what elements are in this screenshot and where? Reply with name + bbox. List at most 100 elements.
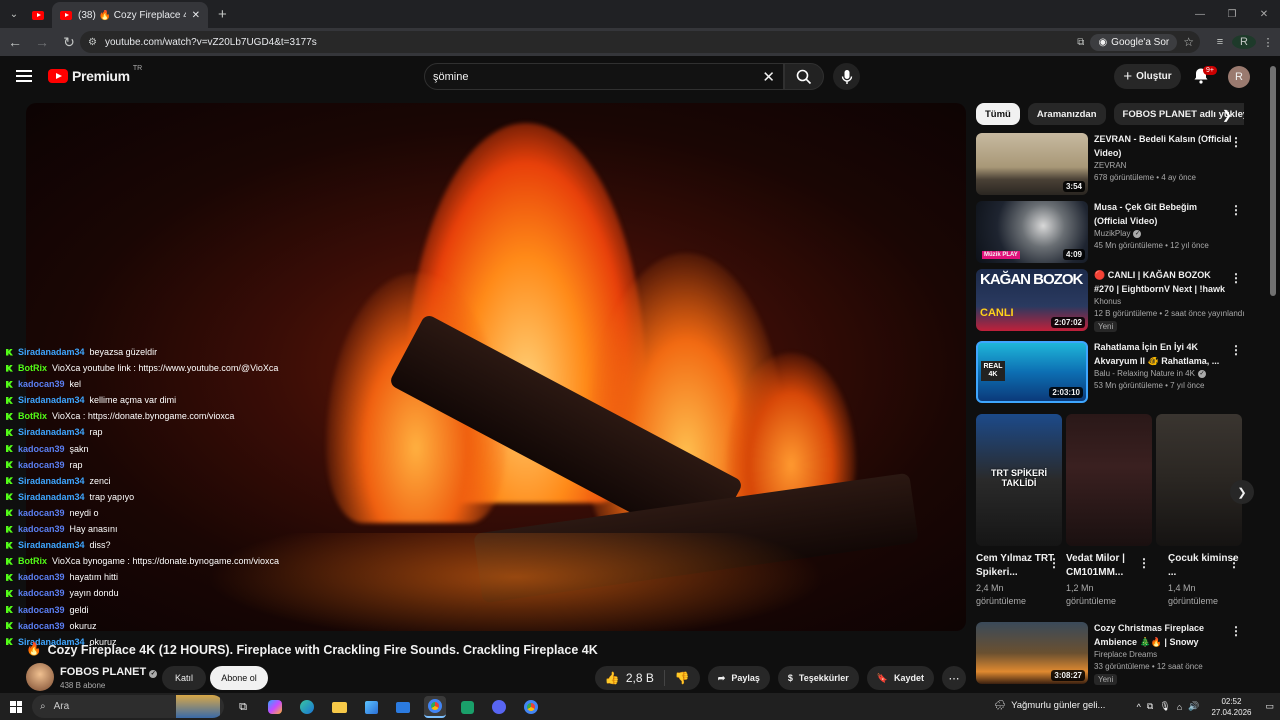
video-thumbnail[interactable]: REAL 4K 2:03:10 xyxy=(976,341,1088,403)
close-window-button[interactable]: ✕ xyxy=(1248,0,1280,28)
join-button[interactable]: Katıl xyxy=(162,666,206,690)
short-title[interactable]: Vedat Milor | CM101MM... xyxy=(1066,552,1146,580)
recommendation-item[interactable]: 3:08:27 Cozy Christmas Fireplace Ambienc… xyxy=(976,622,1246,686)
more-vert-icon[interactable]: ⋮ xyxy=(1230,135,1242,149)
rec-channel[interactable]: Khonus xyxy=(1094,297,1121,306)
video-thumbnail[interactable]: Müzik PLAY 4:09 xyxy=(976,201,1088,263)
maximize-button[interactable]: ❐ xyxy=(1216,0,1248,28)
video-thumbnail[interactable]: KAĞAN BOZOK CANLI 2:07:02 xyxy=(976,269,1088,331)
short-title[interactable]: Cem Yılmaz TRT Spikeri... xyxy=(976,552,1056,580)
reload-button[interactable]: ↻ xyxy=(57,30,81,54)
weather-widget[interactable]: 🌧 Yağmurlu günler geli... xyxy=(994,700,1105,711)
more-vert-icon[interactable]: ⋮ xyxy=(1230,343,1242,357)
search-button[interactable] xyxy=(784,63,824,90)
chrome-icon[interactable] xyxy=(424,696,446,718)
short-thumbnail[interactable] xyxy=(1156,414,1242,546)
rec-channel[interactable]: ZEVRAN xyxy=(1094,161,1126,170)
clear-search-icon[interactable]: ✕ xyxy=(762,68,775,86)
bookmark-star-icon[interactable]: ☆ xyxy=(1183,35,1194,49)
youtube-logo[interactable]: Premium TR xyxy=(48,65,142,84)
rec-channel[interactable]: Fireplace Dreams xyxy=(1094,650,1157,659)
install-app-icon[interactable]: ⧉ xyxy=(1077,37,1084,48)
more-vert-icon[interactable]: ⋮ xyxy=(1230,271,1242,285)
back-button[interactable]: ← xyxy=(3,30,27,54)
url-text[interactable]: youtube.com/watch?v=vZ20Lb7UGD4&t=3177s xyxy=(105,37,317,48)
recommendation-item[interactable]: REAL 4K 2:03:10 Rahatlama İçin En İyi 4K … xyxy=(976,341,1246,405)
create-button[interactable]: + Oluştur xyxy=(1114,64,1181,89)
short-thumbnail[interactable] xyxy=(1066,414,1152,546)
recommendation-item[interactable]: KAĞAN BOZOK CANLI 2:07:02 🔴 CANLI | KAĞAN … xyxy=(976,269,1246,333)
mail-icon[interactable] xyxy=(392,696,414,718)
shorts-next-button[interactable]: ❯ xyxy=(1230,480,1254,504)
kick-logo-icon xyxy=(6,557,13,565)
filter-chip[interactable]: Tümü xyxy=(976,103,1020,125)
edge-icon[interactable] xyxy=(296,696,318,718)
chat-text: VioXca : https://donate.bynogame.com/vio… xyxy=(52,411,235,422)
menu-icon[interactable] xyxy=(16,70,32,82)
reading-list-icon[interactable]: ≡ xyxy=(1208,36,1232,48)
recommendation-item[interactable]: 3:54 ZEVRAN - Bedeli Kalsın (Official Vi… xyxy=(976,133,1246,197)
file-explorer-icon[interactable] xyxy=(328,696,350,718)
active-tab[interactable]: (38) 🔥 Cozy Fireplace 4K (12 H ✕ xyxy=(52,2,208,28)
voice-search-button[interactable] xyxy=(833,63,860,90)
short-thumbnail[interactable]: TRT SPİKERİ TAKLİDİ xyxy=(976,414,1062,546)
more-vert-icon[interactable]: ⋮ xyxy=(1228,556,1240,570)
rec-title[interactable]: Cozy Christmas Fireplace Ambience 🎄🔥 | S… xyxy=(1094,622,1232,649)
account-avatar[interactable]: R xyxy=(1228,66,1250,88)
search-input[interactable]: şömine ✕ xyxy=(424,63,784,90)
recommendation-item[interactable]: Müzik PLAY 4:09 Musa - Çek Git Bebeğim (O… xyxy=(976,201,1246,265)
close-tab-icon[interactable]: ✕ xyxy=(192,10,200,21)
dislike-button[interactable]: 👎 xyxy=(665,671,700,685)
network-icon[interactable]: ⌂ xyxy=(1177,702,1182,712)
copilot-icon[interactable] xyxy=(264,696,286,718)
filter-chip[interactable]: Aramanızdan xyxy=(1027,103,1106,125)
video-thumbnail[interactable]: 3:54 xyxy=(976,133,1088,195)
volume-icon[interactable]: 🔊 xyxy=(1188,701,1199,712)
forward-button[interactable]: → xyxy=(30,30,54,54)
notification-center-icon[interactable]: ▭ xyxy=(1265,701,1274,712)
browser-menu-icon[interactable]: ⋮ xyxy=(1256,36,1280,49)
minimize-button[interactable]: — xyxy=(1184,0,1216,28)
chevron-right-icon[interactable]: ❯ xyxy=(1222,108,1232,122)
mic-tray-icon[interactable]: 🎙 xyxy=(1159,701,1170,712)
discord-icon[interactable] xyxy=(488,696,510,718)
channel-avatar[interactable] xyxy=(26,663,54,691)
subscribe-button[interactable]: Abone ol xyxy=(210,666,268,690)
taskbar-clock[interactable]: 02:52 27.04.2026 xyxy=(1211,696,1251,718)
save-button[interactable]: 🔖 Kaydet xyxy=(866,666,934,690)
channel-name-text[interactable]: FOBOS PLANET xyxy=(60,666,146,678)
channel-name[interactable]: FOBOS PLANET ✓ xyxy=(60,666,158,678)
share-button[interactable]: ➦ Paylaş xyxy=(707,666,770,690)
new-tab-button[interactable]: + xyxy=(218,6,227,23)
windows-start-icon[interactable] xyxy=(10,700,22,713)
more-vert-icon[interactable]: ⋮ xyxy=(1138,556,1150,570)
like-button[interactable]: 👍 2,8 B xyxy=(595,670,665,686)
pinned-tab-youtube[interactable] xyxy=(24,2,52,28)
rec-channel[interactable]: MuzikPlay xyxy=(1094,229,1130,238)
terminal-icon[interactable] xyxy=(456,696,478,718)
site-info-icon[interactable]: ⚙ xyxy=(88,37,97,48)
tray-app-icon[interactable]: ⧉ xyxy=(1147,701,1153,712)
taskbar-search[interactable]: ⌕ Ara xyxy=(32,695,224,718)
video-thumbnail[interactable]: 3:08:27 xyxy=(976,622,1088,684)
search-value[interactable]: şömine xyxy=(433,71,468,83)
tray-overflow-icon[interactable]: ^ xyxy=(1137,702,1141,712)
rec-title[interactable]: Musa - Çek Git Bebeğim (Official Video) xyxy=(1094,201,1232,228)
profile-button[interactable]: R xyxy=(1232,35,1256,49)
rec-title[interactable]: Rahatlama İçin En İyi 4K Akvaryum II 🐠 R… xyxy=(1094,341,1232,368)
more-vert-icon[interactable]: ⋮ xyxy=(1048,556,1060,570)
task-view-icon[interactable]: ⧉ xyxy=(232,696,254,718)
more-vert-icon[interactable]: ⋮ xyxy=(1230,203,1242,217)
rec-title[interactable]: ZEVRAN - Bedeli Kalsın (Official Video) xyxy=(1094,133,1232,160)
store-icon[interactable] xyxy=(360,696,382,718)
thanks-button[interactable]: $ Teşekkürler xyxy=(777,666,859,690)
address-bar[interactable]: ⚙ youtube.com/watch?v=vZ20Lb7UGD4&t=3177… xyxy=(80,31,1200,53)
tab-list-button[interactable]: ⌄ xyxy=(4,4,24,24)
rec-channel[interactable]: Balu - Relaxing Nature in 4K xyxy=(1094,369,1195,378)
chrome-profile-icon[interactable] xyxy=(520,696,542,718)
page-scrollbar[interactable] xyxy=(1270,66,1276,296)
more-vert-icon[interactable]: ⋮ xyxy=(1230,624,1242,638)
more-actions-button[interactable]: ⋯ xyxy=(942,666,966,690)
rec-title[interactable]: 🔴 CANLI | KAĞAN BOZOK #270 | EightbornV … xyxy=(1094,269,1232,296)
google-ask-button[interactable]: ◉ Google'a Sor xyxy=(1090,33,1178,51)
